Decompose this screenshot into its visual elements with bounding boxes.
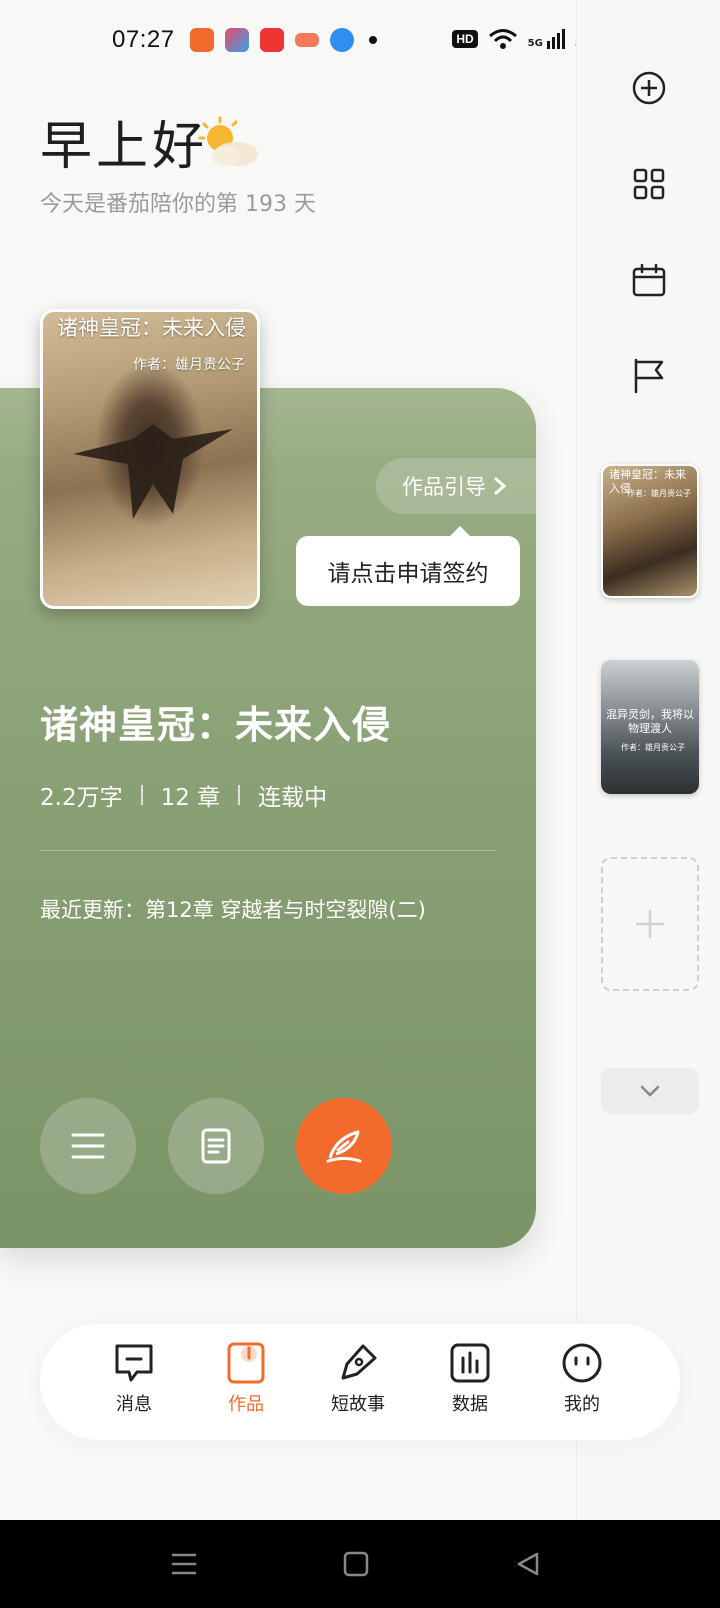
chevron-down-icon	[640, 1085, 660, 1097]
chapter-count: 12 章	[160, 785, 221, 811]
greeting-subtitle: 今天是番茄陪你的第 193 天	[40, 192, 316, 217]
nav-item-data[interactable]: 数据	[430, 1342, 510, 1422]
cover-figure-art	[73, 424, 233, 519]
work-guide-button[interactable]: 作品引导	[376, 458, 536, 514]
wifi-icon	[488, 29, 517, 49]
back-triangle-icon	[517, 1552, 539, 1576]
face-icon	[562, 1343, 602, 1383]
app-notification-icon	[190, 28, 214, 52]
app-notification-icon	[260, 28, 284, 52]
card-divider	[40, 850, 496, 851]
menu-icon	[171, 1553, 197, 1575]
chevron-right-icon	[494, 477, 506, 495]
document-icon	[201, 1128, 231, 1164]
pen-icon	[341, 1344, 377, 1380]
quill-icon	[326, 1130, 362, 1163]
signal-5g-icon: 5G	[528, 29, 565, 49]
cover-author: 作者：雄月贵公子	[133, 357, 245, 373]
calendar-icon	[632, 263, 666, 297]
game-notification-icon	[295, 33, 319, 47]
hd-badge: HD	[452, 30, 478, 48]
bottom-nav: 消息 作品 短故事 数据 我的	[40, 1324, 680, 1440]
sidebar-book-cover[interactable]: 混异灵剑，我将以物理渡人 作者：雄月贵公子	[601, 660, 699, 794]
meta-divider	[238, 785, 241, 805]
book-meta: 2.2万字 12 章 连载中	[40, 778, 327, 812]
work-guide-label: 作品引导	[402, 475, 486, 499]
word-count: 2.2万字	[40, 785, 123, 811]
write-button[interactable]	[296, 1098, 392, 1194]
apply-contract-tooltip[interactable]: 请点击申请签约	[296, 526, 520, 606]
status-time: 07:27	[112, 26, 175, 53]
flag-icon	[634, 358, 664, 394]
book-icon	[227, 1342, 265, 1384]
nav-label: 消息	[116, 1394, 152, 1415]
greeting-title: 早上好	[40, 117, 209, 177]
system-nav-bar	[0, 1520, 720, 1608]
sidebar-cover-title: 混异灵剑，我将以物理渡人	[606, 708, 694, 735]
right-sidebar: 诸神皇冠：未来入侵 作者：雄月贵公子 混异灵剑，我将以物理渡人 作者：雄月贵公子	[576, 0, 720, 1520]
message-icon	[115, 1344, 153, 1382]
plus-icon	[636, 910, 664, 938]
back-button[interactable]	[512, 1548, 544, 1580]
sun-cloud-icon	[198, 116, 258, 166]
expand-list-button[interactable]	[601, 1068, 699, 1114]
grid-view-button[interactable]	[621, 156, 677, 212]
add-work-button[interactable]	[621, 60, 677, 116]
notification-icons	[190, 28, 377, 52]
draft-button[interactable]	[168, 1098, 264, 1194]
nav-label: 我的	[564, 1394, 600, 1415]
menu-icon	[71, 1133, 105, 1159]
recent-apps-button[interactable]	[168, 1548, 200, 1580]
bar-chart-icon	[450, 1343, 490, 1383]
nav-label: 作品	[228, 1394, 264, 1415]
flag-button[interactable]	[621, 348, 677, 404]
last-update: 最近更新：第12章 穿越者与时空裂隙(二)	[40, 898, 426, 922]
nav-item-works[interactable]: 作品	[206, 1342, 286, 1422]
sidebar-book-cover[interactable]: 诸神皇冠：未来入侵 作者：雄月贵公子	[601, 464, 699, 598]
nav-item-messages[interactable]: 消息	[94, 1342, 174, 1422]
more-notifications-dot	[369, 36, 377, 44]
grid-icon	[633, 168, 665, 200]
cover-title: 诸神皇冠：未来入侵	[57, 316, 246, 340]
square-icon	[343, 1551, 369, 1577]
browser-notification-icon	[330, 28, 354, 52]
home-button[interactable]	[340, 1548, 372, 1580]
nav-item-profile[interactable]: 我的	[542, 1342, 622, 1422]
app-notification-icon	[225, 28, 249, 52]
book-cover-image[interactable]: 诸神皇冠：未来入侵 作者：雄月贵公子	[40, 309, 260, 609]
nav-label: 短故事	[331, 1394, 385, 1415]
meta-divider	[140, 785, 143, 805]
nav-item-short-stories[interactable]: 短故事	[318, 1342, 398, 1422]
calendar-button[interactable]	[621, 252, 677, 308]
plus-circle-icon	[632, 71, 666, 105]
sidebar-cover-author: 作者：雄月贵公子	[621, 743, 685, 752]
sidebar-cover-author: 作者：雄月贵公子	[627, 489, 691, 498]
add-book-placeholder[interactable]	[601, 857, 699, 991]
nav-label: 数据	[452, 1394, 488, 1415]
serial-status: 连载中	[258, 785, 328, 811]
directory-button[interactable]	[40, 1098, 136, 1194]
book-title: 诸神皇冠：未来入侵	[40, 703, 392, 747]
